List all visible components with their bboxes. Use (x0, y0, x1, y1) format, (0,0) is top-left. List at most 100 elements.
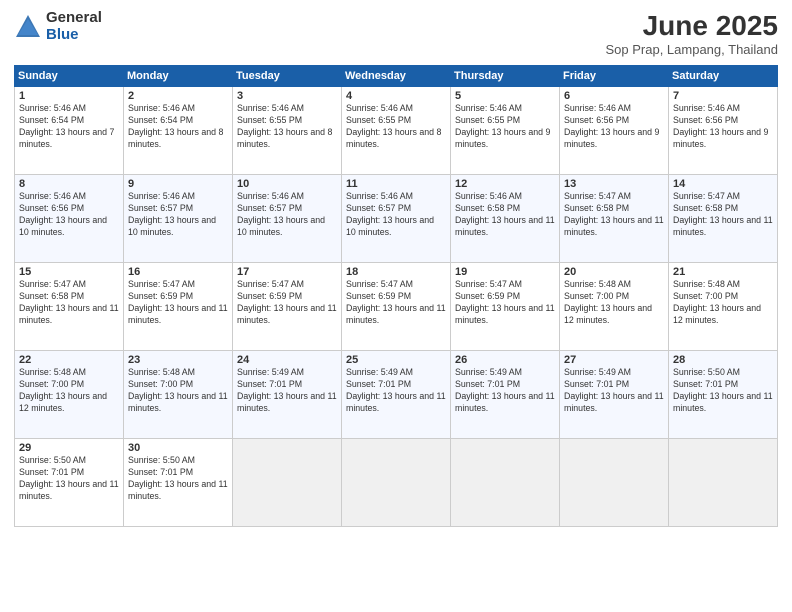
table-row: 24 Sunrise: 5:49 AM Sunset: 7:01 PM Dayl… (233, 351, 342, 439)
day-number: 10 (237, 178, 337, 190)
calendar-week-row: 15 Sunrise: 5:47 AM Sunset: 6:58 PM Dayl… (15, 263, 778, 351)
table-row: 29 Sunrise: 5:50 AM Sunset: 7:01 PM Dayl… (15, 439, 124, 527)
day-number: 5 (455, 90, 555, 102)
table-row (233, 439, 342, 527)
calendar-week-row: 1 Sunrise: 5:46 AM Sunset: 6:54 PM Dayli… (15, 87, 778, 175)
table-row: 7 Sunrise: 5:46 AM Sunset: 6:56 PM Dayli… (669, 87, 778, 175)
table-row: 26 Sunrise: 5:49 AM Sunset: 7:01 PM Dayl… (451, 351, 560, 439)
day-info: Sunrise: 5:49 AM Sunset: 7:01 PM Dayligh… (346, 367, 446, 415)
table-row: 18 Sunrise: 5:47 AM Sunset: 6:59 PM Dayl… (342, 263, 451, 351)
header: General Blue June 2025 Sop Prap, Lampang… (14, 10, 778, 57)
header-sunday: Sunday (15, 66, 124, 87)
day-number: 8 (19, 178, 119, 190)
day-number: 4 (346, 90, 446, 102)
day-number: 7 (673, 90, 773, 102)
day-number: 20 (564, 266, 664, 278)
day-info: Sunrise: 5:46 AM Sunset: 6:57 PM Dayligh… (237, 191, 337, 239)
title-location: Sop Prap, Lampang, Thailand (606, 42, 779, 57)
table-row: 3 Sunrise: 5:46 AM Sunset: 6:55 PM Dayli… (233, 87, 342, 175)
day-info: Sunrise: 5:49 AM Sunset: 7:01 PM Dayligh… (455, 367, 555, 415)
day-info: Sunrise: 5:46 AM Sunset: 6:57 PM Dayligh… (128, 191, 228, 239)
day-info: Sunrise: 5:50 AM Sunset: 7:01 PM Dayligh… (673, 367, 773, 415)
day-number: 11 (346, 178, 446, 190)
day-info: Sunrise: 5:46 AM Sunset: 6:56 PM Dayligh… (564, 103, 664, 151)
day-number: 23 (128, 354, 228, 366)
table-row (560, 439, 669, 527)
table-row: 12 Sunrise: 5:46 AM Sunset: 6:58 PM Dayl… (451, 175, 560, 263)
day-info: Sunrise: 5:50 AM Sunset: 7:01 PM Dayligh… (128, 455, 228, 503)
day-number: 25 (346, 354, 446, 366)
table-row: 20 Sunrise: 5:48 AM Sunset: 7:00 PM Dayl… (560, 263, 669, 351)
day-info: Sunrise: 5:48 AM Sunset: 7:00 PM Dayligh… (128, 367, 228, 415)
day-info: Sunrise: 5:46 AM Sunset: 6:55 PM Dayligh… (455, 103, 555, 151)
table-row: 27 Sunrise: 5:49 AM Sunset: 7:01 PM Dayl… (560, 351, 669, 439)
day-number: 17 (237, 266, 337, 278)
day-number: 28 (673, 354, 773, 366)
table-row (342, 439, 451, 527)
logo-icon (14, 13, 42, 41)
day-info: Sunrise: 5:47 AM Sunset: 6:58 PM Dayligh… (564, 191, 664, 239)
header-saturday: Saturday (669, 66, 778, 87)
day-number: 14 (673, 178, 773, 190)
day-number: 27 (564, 354, 664, 366)
header-thursday: Thursday (451, 66, 560, 87)
day-info: Sunrise: 5:48 AM Sunset: 7:00 PM Dayligh… (673, 279, 773, 327)
table-row: 15 Sunrise: 5:47 AM Sunset: 6:58 PM Dayl… (15, 263, 124, 351)
table-row: 13 Sunrise: 5:47 AM Sunset: 6:58 PM Dayl… (560, 175, 669, 263)
title-block: June 2025 Sop Prap, Lampang, Thailand (606, 10, 779, 57)
table-row: 14 Sunrise: 5:47 AM Sunset: 6:58 PM Dayl… (669, 175, 778, 263)
table-row: 9 Sunrise: 5:46 AM Sunset: 6:57 PM Dayli… (124, 175, 233, 263)
day-number: 2 (128, 90, 228, 102)
table-row: 28 Sunrise: 5:50 AM Sunset: 7:01 PM Dayl… (669, 351, 778, 439)
day-info: Sunrise: 5:46 AM Sunset: 6:57 PM Dayligh… (346, 191, 446, 239)
day-number: 1 (19, 90, 119, 102)
day-info: Sunrise: 5:47 AM Sunset: 6:59 PM Dayligh… (455, 279, 555, 327)
table-row: 17 Sunrise: 5:47 AM Sunset: 6:59 PM Dayl… (233, 263, 342, 351)
calendar-table: Sunday Monday Tuesday Wednesday Thursday… (14, 65, 778, 527)
logo: General Blue (14, 10, 102, 43)
day-number: 22 (19, 354, 119, 366)
table-row: 2 Sunrise: 5:46 AM Sunset: 6:54 PM Dayli… (124, 87, 233, 175)
day-number: 18 (346, 266, 446, 278)
day-info: Sunrise: 5:46 AM Sunset: 6:55 PM Dayligh… (237, 103, 337, 151)
table-row: 23 Sunrise: 5:48 AM Sunset: 7:00 PM Dayl… (124, 351, 233, 439)
calendar-week-row: 29 Sunrise: 5:50 AM Sunset: 7:01 PM Dayl… (15, 439, 778, 527)
table-row: 1 Sunrise: 5:46 AM Sunset: 6:54 PM Dayli… (15, 87, 124, 175)
logo-general: General (46, 10, 102, 27)
table-row: 19 Sunrise: 5:47 AM Sunset: 6:59 PM Dayl… (451, 263, 560, 351)
day-number: 30 (128, 442, 228, 454)
table-row: 21 Sunrise: 5:48 AM Sunset: 7:00 PM Dayl… (669, 263, 778, 351)
day-number: 15 (19, 266, 119, 278)
day-number: 29 (19, 442, 119, 454)
calendar-week-row: 22 Sunrise: 5:48 AM Sunset: 7:00 PM Dayl… (15, 351, 778, 439)
table-row (451, 439, 560, 527)
day-info: Sunrise: 5:46 AM Sunset: 6:55 PM Dayligh… (346, 103, 446, 151)
table-row (669, 439, 778, 527)
table-row: 4 Sunrise: 5:46 AM Sunset: 6:55 PM Dayli… (342, 87, 451, 175)
day-info: Sunrise: 5:46 AM Sunset: 6:56 PM Dayligh… (673, 103, 773, 151)
table-row: 5 Sunrise: 5:46 AM Sunset: 6:55 PM Dayli… (451, 87, 560, 175)
logo-blue: Blue (46, 27, 102, 44)
table-row: 10 Sunrise: 5:46 AM Sunset: 6:57 PM Dayl… (233, 175, 342, 263)
day-info: Sunrise: 5:47 AM Sunset: 6:59 PM Dayligh… (128, 279, 228, 327)
table-row: 22 Sunrise: 5:48 AM Sunset: 7:00 PM Dayl… (15, 351, 124, 439)
day-number: 6 (564, 90, 664, 102)
header-wednesday: Wednesday (342, 66, 451, 87)
table-row: 25 Sunrise: 5:49 AM Sunset: 7:01 PM Dayl… (342, 351, 451, 439)
day-info: Sunrise: 5:49 AM Sunset: 7:01 PM Dayligh… (237, 367, 337, 415)
day-info: Sunrise: 5:47 AM Sunset: 6:59 PM Dayligh… (237, 279, 337, 327)
day-info: Sunrise: 5:48 AM Sunset: 7:00 PM Dayligh… (19, 367, 119, 415)
day-info: Sunrise: 5:46 AM Sunset: 6:58 PM Dayligh… (455, 191, 555, 239)
day-info: Sunrise: 5:47 AM Sunset: 6:59 PM Dayligh… (346, 279, 446, 327)
table-row: 16 Sunrise: 5:47 AM Sunset: 6:59 PM Dayl… (124, 263, 233, 351)
day-info: Sunrise: 5:46 AM Sunset: 6:56 PM Dayligh… (19, 191, 119, 239)
day-info: Sunrise: 5:46 AM Sunset: 6:54 PM Dayligh… (19, 103, 119, 151)
day-number: 16 (128, 266, 228, 278)
table-row: 6 Sunrise: 5:46 AM Sunset: 6:56 PM Dayli… (560, 87, 669, 175)
day-number: 26 (455, 354, 555, 366)
logo-text: General Blue (46, 10, 102, 43)
day-info: Sunrise: 5:46 AM Sunset: 6:54 PM Dayligh… (128, 103, 228, 151)
day-number: 13 (564, 178, 664, 190)
day-number: 12 (455, 178, 555, 190)
title-month: June 2025 (606, 10, 779, 42)
